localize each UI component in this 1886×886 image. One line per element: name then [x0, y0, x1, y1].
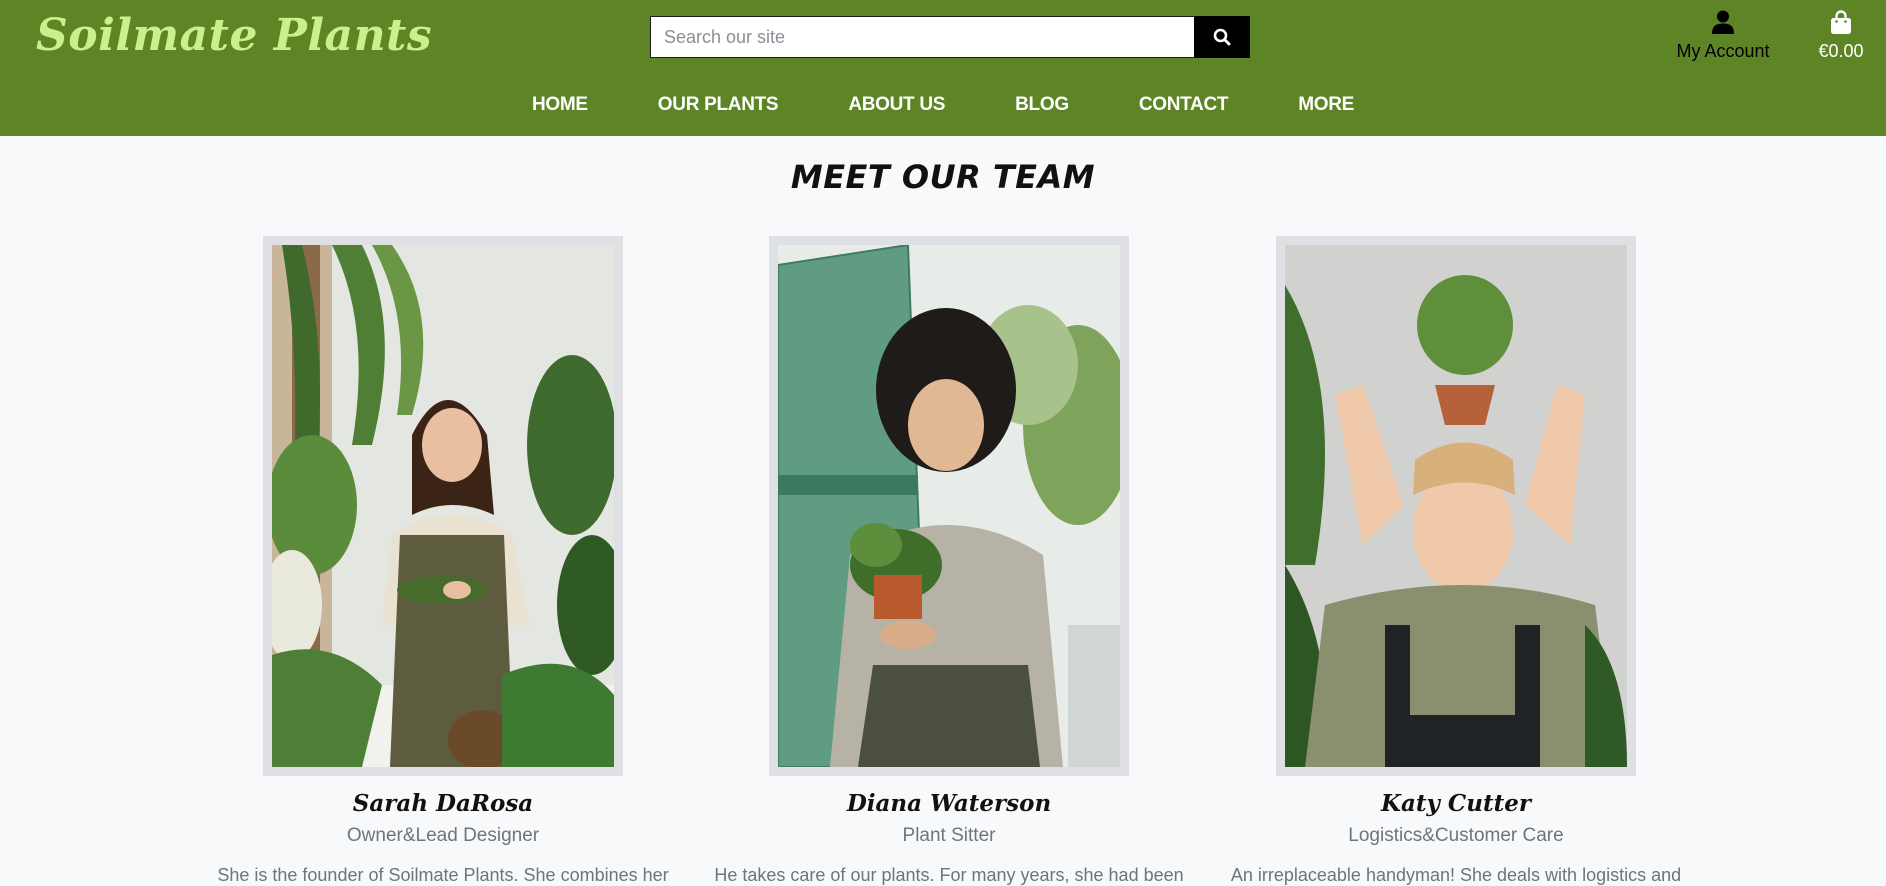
nav-home[interactable]: HOME: [497, 92, 623, 120]
search-input[interactable]: [650, 16, 1194, 58]
user-icon: [1712, 10, 1734, 34]
shopping-bag-icon: [1831, 10, 1851, 34]
team-member-name: Sarah DaRosa: [352, 790, 534, 817]
team-member-bio: An irreplaceable handyman! She deals wit…: [1230, 865, 1682, 885]
photo-frame: [769, 236, 1133, 776]
nav-blog[interactable]: BLOG: [980, 92, 1104, 120]
cart-total: €0.00: [1818, 41, 1864, 61]
search-button[interactable]: [1194, 16, 1250, 58]
my-account-link[interactable]: My Account: [1668, 10, 1778, 62]
nav-about-us[interactable]: ABOUT US: [813, 92, 980, 120]
site-logo[interactable]: Soilmate Plants: [36, 10, 432, 61]
team-member-photo: [1285, 245, 1627, 767]
team-member-photo: [777, 243, 1133, 768]
photo-frame: [1276, 236, 1636, 776]
team-member-name: Diana Waterson: [846, 790, 1052, 817]
my-account-label: My Account: [1676, 41, 1770, 61]
team-card: Diana Waterson Plant Sitter He takes car…: [714, 236, 1184, 886]
team-member-bio: He takes care of our plants. For many ye…: [714, 865, 1184, 885]
site-header: Soilmate Plants My Account €0.00 HOME OU…: [0, 0, 1886, 136]
photo-frame: [262, 236, 627, 776]
team-card: Sarah DaRosa Owner&Lead Designer She is …: [208, 236, 678, 886]
search-form: [650, 16, 1250, 58]
team-member-name: Katy Cutter: [1381, 790, 1531, 817]
team-card: Katy Cutter Logistics&Customer Care An i…: [1221, 236, 1691, 886]
nav-contact[interactable]: CONTACT: [1104, 92, 1263, 120]
nav-more[interactable]: MORE: [1263, 92, 1389, 120]
nav-our-plants[interactable]: OUR PLANTS: [623, 92, 814, 120]
team-section-title: MEET OUR TEAM: [790, 158, 1096, 196]
team-member-photo: [262, 245, 627, 770]
cart-link[interactable]: €0.00: [1808, 10, 1874, 62]
team-member-role: Owner&Lead Designer: [346, 825, 540, 846]
main-nav: HOME OUR PLANTS ABOUT US BLOG CONTACT MO…: [0, 92, 1886, 120]
team-member-role: Logistics&Customer Care: [1348, 825, 1564, 846]
team-member-bio: She is the founder of Soilmate Plants. S…: [217, 865, 669, 885]
search-icon: [1213, 28, 1231, 46]
team-member-role: Plant Sitter: [902, 825, 996, 846]
